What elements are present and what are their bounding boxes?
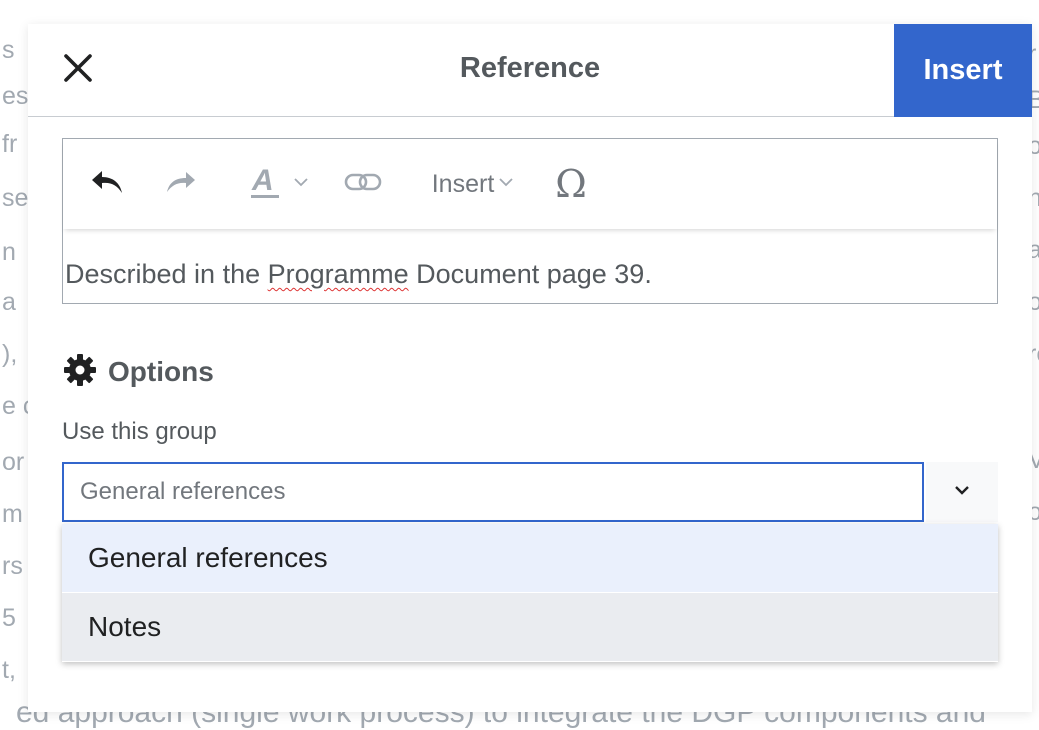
dialog-header: Reference Insert xyxy=(28,24,1032,117)
group-dropdown-toggle[interactable] xyxy=(926,462,998,522)
omega-icon: Ω xyxy=(555,162,587,206)
text-style-icon: A xyxy=(249,163,285,206)
text-style-dropdown[interactable]: A xyxy=(239,163,319,205)
redo-icon xyxy=(164,168,198,201)
options-title: Options xyxy=(108,356,214,387)
bg-text-fragment: m xyxy=(2,500,23,528)
menu-option-notes[interactable]: Notes xyxy=(62,593,998,661)
reference-editor[interactable]: A Insert Ω Described in the Programme Do… xyxy=(62,138,998,304)
special-character-button[interactable]: Ω xyxy=(549,162,593,206)
editor-content[interactable]: Described in the Programme Document page… xyxy=(65,259,652,290)
undo-icon xyxy=(89,168,125,201)
insert-menu-label: Insert xyxy=(431,169,495,198)
bg-text-fragment: a xyxy=(2,288,16,316)
bg-text-fragment: t, xyxy=(2,656,16,684)
undo-button[interactable] xyxy=(85,163,129,205)
bg-text-fragment: s xyxy=(2,36,15,64)
group-field-label: Use this group xyxy=(62,418,217,445)
chevron-down-icon xyxy=(498,175,514,193)
dialog-title: Reference xyxy=(459,52,601,84)
options-heading: Options xyxy=(62,352,214,392)
bg-text-fragment: or xyxy=(2,448,25,476)
bg-text-fragment: fr xyxy=(2,130,18,158)
link-button[interactable] xyxy=(341,163,385,205)
editor-text-segment: Described in the xyxy=(65,259,268,289)
bg-text-fragment: es xyxy=(2,82,29,110)
svg-text:A: A xyxy=(251,164,274,197)
redo-button[interactable] xyxy=(159,163,203,205)
chevron-down-icon xyxy=(952,483,972,502)
bg-text-fragment: 5 xyxy=(2,604,16,632)
insert-menu-button[interactable]: Insert xyxy=(423,163,523,205)
chevron-down-icon xyxy=(293,175,309,193)
link-icon xyxy=(343,170,383,199)
editor-text-misspelled: Programme xyxy=(267,259,409,289)
menu-option-general-references[interactable]: General references xyxy=(62,524,998,592)
insert-button[interactable]: Insert xyxy=(894,24,1032,117)
group-dropdown-menu: General references Notes xyxy=(62,524,998,662)
reference-dialog: Reference Insert A Insert Ω Described in… xyxy=(28,24,1032,712)
bg-text-fragment: se xyxy=(2,184,29,212)
editor-text-segment: Document page 39. xyxy=(408,259,652,289)
bg-text-fragment: n xyxy=(2,238,16,266)
bg-text-fragment: ), xyxy=(2,340,18,368)
group-combobox-input[interactable] xyxy=(62,462,924,522)
editor-toolbar: A Insert Ω xyxy=(63,139,997,229)
gear-icon xyxy=(62,352,98,393)
bg-text-fragment: rs xyxy=(2,552,23,580)
